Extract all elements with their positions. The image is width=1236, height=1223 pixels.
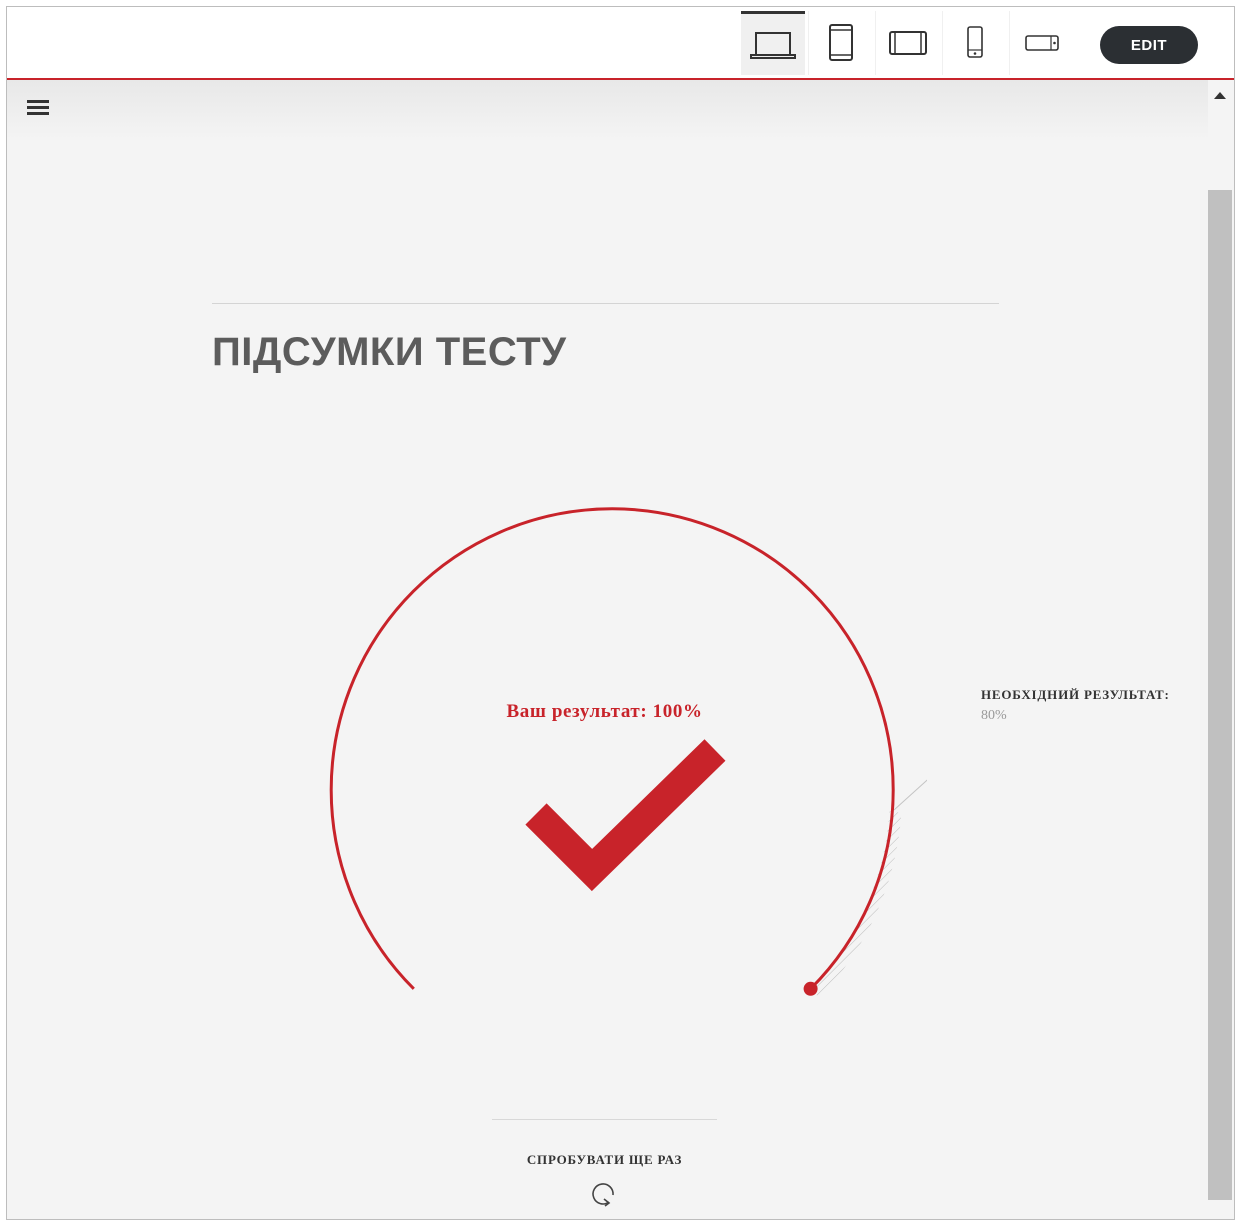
phone-landscape-icon bbox=[1025, 35, 1059, 51]
checkmark-icon bbox=[525, 739, 726, 892]
device-phone-landscape-button[interactable] bbox=[1009, 11, 1074, 75]
retry-divider bbox=[492, 1119, 717, 1120]
retry-button[interactable]: СПРОБУВАТИ ЩЕ РАЗ bbox=[492, 1152, 717, 1168]
preview-viewport: ПІДСУМКИ ТЕСТУ Ваш результат: 100% НЕОБХ… bbox=[7, 80, 1234, 1219]
required-leader-line bbox=[893, 779, 927, 811]
device-toolbar: EDIT bbox=[7, 7, 1234, 80]
required-result-label: НЕОБХІДНИЙ РЕЗУЛЬТАТ: bbox=[981, 687, 1170, 702]
device-tablet-portrait-button[interactable] bbox=[808, 11, 873, 75]
tablet-portrait-icon bbox=[829, 24, 853, 61]
score-arc-end-dot bbox=[803, 981, 818, 996]
device-desktop-button[interactable] bbox=[741, 11, 805, 75]
page-title: ПІДСУМКИ ТЕСТУ bbox=[212, 330, 567, 374]
laptop-icon bbox=[750, 31, 796, 59]
app-window: EDIT ПІДСУМКИ ТЕСТУ Ваш результат: 100% … bbox=[6, 6, 1235, 1220]
retry-icon[interactable] bbox=[591, 1177, 619, 1207]
device-phone-portrait-button[interactable] bbox=[942, 11, 1007, 75]
scrollbar-thumb[interactable] bbox=[1208, 190, 1232, 1200]
result-gauge bbox=[329, 507, 927, 998]
scrollbar[interactable] bbox=[1208, 80, 1234, 1219]
header-shadow bbox=[7, 80, 1208, 140]
edit-button[interactable]: EDIT bbox=[1100, 26, 1198, 64]
tablet-landscape-icon bbox=[889, 31, 927, 55]
device-tablet-landscape-button[interactable] bbox=[875, 11, 940, 75]
scroll-up-arrow-icon[interactable] bbox=[1214, 92, 1226, 99]
hamburger-menu-icon[interactable] bbox=[27, 100, 49, 118]
title-divider bbox=[212, 303, 999, 304]
required-result-value: 80% bbox=[981, 708, 1007, 723]
score-label: Ваш результат: 100% bbox=[506, 701, 703, 722]
score-arc bbox=[329, 507, 895, 990]
phone-portrait-icon bbox=[967, 26, 983, 58]
